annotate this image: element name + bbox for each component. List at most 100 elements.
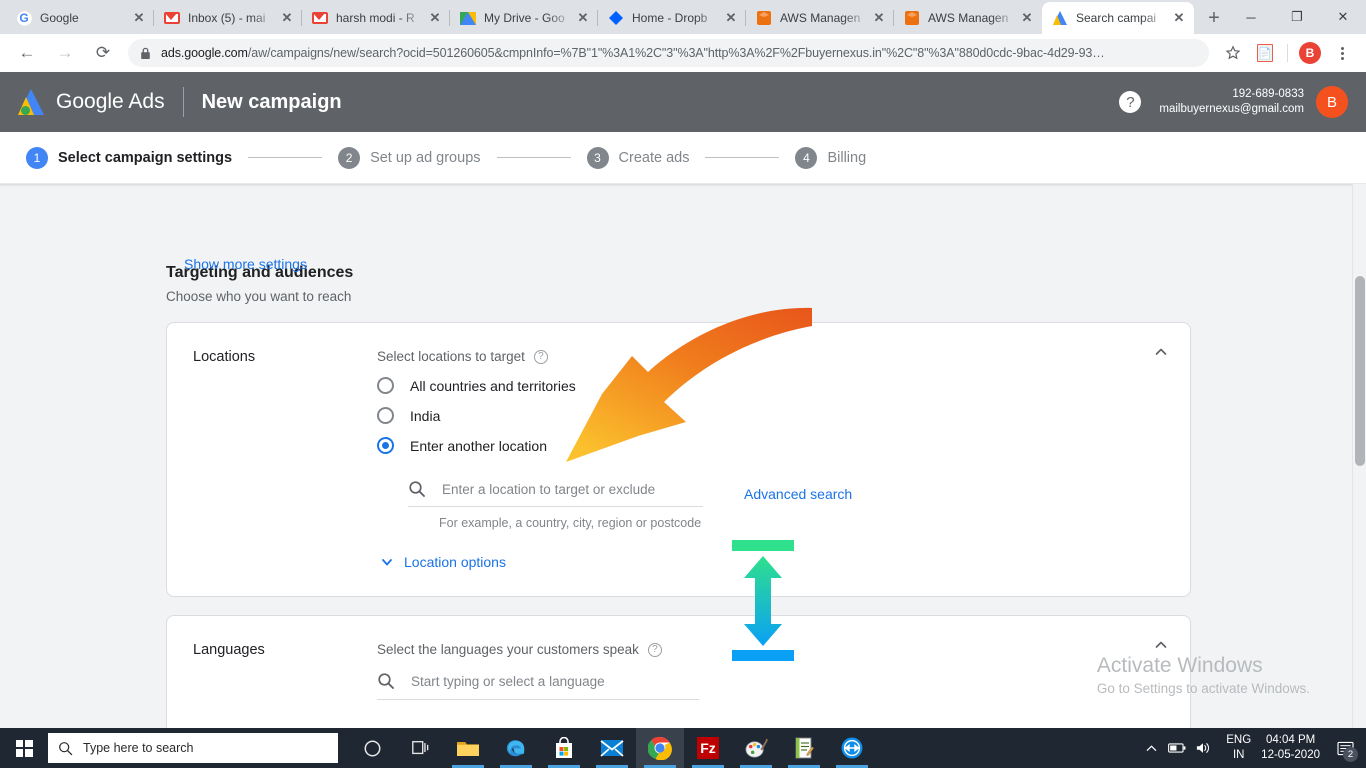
forward-button[interactable]: → bbox=[50, 38, 80, 68]
new-tab-button[interactable]: + bbox=[1200, 4, 1228, 32]
language-search-input[interactable]: Start typing or select a language bbox=[377, 672, 699, 700]
url-text: ads.google.com/aw/campaigns/new/search?o… bbox=[161, 46, 1105, 60]
close-icon[interactable]: ✕ bbox=[870, 9, 888, 27]
header-right: ? 192-689-0833 mailbuyernexus@gmail.com … bbox=[1119, 86, 1348, 118]
locations-card: Locations Select locations to target ? A… bbox=[166, 322, 1191, 597]
help-circle-icon[interactable]: ? bbox=[647, 642, 662, 657]
languages-card: Languages Select the languages your cust… bbox=[166, 615, 1191, 728]
vertical-scrollbar[interactable] bbox=[1352, 184, 1366, 728]
microsoft-store-icon[interactable] bbox=[540, 728, 588, 768]
filezilla-icon[interactable]: Fz bbox=[684, 728, 732, 768]
cortana-icon[interactable] bbox=[348, 728, 396, 768]
scroll-shadow bbox=[0, 184, 1366, 187]
show-hidden-icons-chevron-icon[interactable] bbox=[1138, 728, 1164, 768]
url-path: /aw/campaigns/new/search?ocid=501260605&… bbox=[247, 46, 1105, 60]
radio-enter-another-location[interactable]: Enter another location bbox=[377, 437, 1130, 454]
help-icon[interactable]: ? bbox=[1119, 91, 1142, 113]
advanced-search-link[interactable]: Advanced search bbox=[744, 486, 852, 502]
radio-all-countries[interactable]: All countries and territories bbox=[377, 377, 1130, 394]
close-icon[interactable]: ✕ bbox=[278, 9, 296, 27]
scrollbar-thumb[interactable] bbox=[1355, 276, 1365, 466]
radio-label: All countries and territories bbox=[410, 377, 576, 394]
location-search-input[interactable]: Enter a location to target or exclude bbox=[408, 480, 703, 507]
browser-tab-google[interactable]: Google ✕ bbox=[6, 2, 154, 34]
clock[interactable]: 04:04 PM 12-05-2020 bbox=[1261, 733, 1320, 763]
location-options-label: Location options bbox=[404, 554, 506, 570]
volume-icon[interactable] bbox=[1190, 728, 1216, 768]
radio-india[interactable]: India bbox=[377, 407, 1130, 424]
browser-tab-my-drive[interactable]: My Drive - Goo ✕ bbox=[450, 2, 598, 34]
google-ads-favicon bbox=[1052, 10, 1068, 26]
locations-field-label: Select locations to target bbox=[377, 349, 525, 364]
file-explorer-icon[interactable] bbox=[444, 728, 492, 768]
minimize-button[interactable]: ─ bbox=[1228, 1, 1274, 33]
browser-tab-search-campaign[interactable]: Search campai ✕ bbox=[1042, 2, 1194, 34]
reload-button[interactable]: ⟳ bbox=[88, 38, 118, 68]
step-number: 1 bbox=[26, 146, 48, 169]
profile-avatar[interactable]: B bbox=[1296, 39, 1324, 67]
teamviewer-icon[interactable] bbox=[828, 728, 876, 768]
location-search-row: Enter a location to target or exclude Ad… bbox=[377, 480, 1130, 507]
close-icon[interactable]: ✕ bbox=[130, 9, 148, 27]
locations-collapse-button[interactable] bbox=[1148, 339, 1174, 365]
close-icon[interactable]: ✕ bbox=[722, 9, 740, 27]
google-chrome-icon[interactable] bbox=[636, 728, 684, 768]
adobe-pdf-extension-icon[interactable]: 📄 bbox=[1251, 39, 1279, 67]
language-indicator[interactable]: ENG IN bbox=[1226, 733, 1251, 763]
tab-title: Google bbox=[40, 11, 79, 25]
task-view-icon[interactable] bbox=[396, 728, 444, 768]
browser-tab-dropbox[interactable]: Home - Dropb ✕ bbox=[598, 2, 746, 34]
chrome-menu-icon[interactable] bbox=[1328, 39, 1356, 67]
tab-title: My Drive - Goo bbox=[484, 11, 565, 25]
tab-title: Search campai bbox=[1076, 11, 1157, 25]
radio-button[interactable] bbox=[377, 407, 394, 424]
languages-card-body: Select the languages your customers spea… bbox=[377, 642, 1190, 728]
notepad-icon[interactable] bbox=[780, 728, 828, 768]
action-center-button[interactable]: 2 bbox=[1330, 728, 1360, 768]
back-button[interactable]: ← bbox=[12, 38, 42, 68]
bookmark-star-icon[interactable] bbox=[1219, 39, 1247, 67]
step-select-campaign-settings[interactable]: 1 Select campaign settings bbox=[26, 146, 232, 169]
maximize-button[interactable]: ❐ bbox=[1274, 1, 1320, 33]
close-icon[interactable]: ✕ bbox=[574, 9, 592, 27]
taskbar-search-placeholder: Type here to search bbox=[83, 741, 194, 755]
radio-button[interactable] bbox=[377, 377, 394, 394]
brand-name: Google Ads bbox=[56, 90, 165, 113]
gmail-favicon bbox=[312, 10, 328, 26]
show-more-settings-link[interactable]: Show more settings bbox=[184, 256, 307, 272]
browser-tab-aws-2[interactable]: AWS Managen ✕ bbox=[894, 2, 1042, 34]
radio-button[interactable] bbox=[377, 437, 394, 454]
settings-scroll-area[interactable]: Show more settings Targeting and audienc… bbox=[0, 184, 1366, 728]
languages-collapse-button[interactable] bbox=[1148, 632, 1174, 658]
close-icon[interactable]: ✕ bbox=[426, 9, 444, 27]
close-window-button[interactable]: ✕ bbox=[1320, 1, 1366, 33]
location-options-toggle[interactable]: Location options bbox=[380, 554, 1130, 570]
taskbar-search-input[interactable]: Type here to search bbox=[48, 733, 338, 763]
notification-count-badge: 2 bbox=[1343, 747, 1358, 762]
mail-icon[interactable] bbox=[588, 728, 636, 768]
clock-time: 04:04 PM bbox=[1265, 734, 1316, 746]
google-favicon bbox=[16, 10, 32, 26]
step-connector bbox=[248, 157, 323, 158]
browser-tab-aws-1[interactable]: AWS Managen ✕ bbox=[746, 2, 894, 34]
locations-card-label: Locations bbox=[193, 349, 256, 365]
account-avatar[interactable]: B bbox=[1316, 86, 1348, 118]
step-billing[interactable]: 4 Billing bbox=[795, 146, 866, 169]
close-icon[interactable]: ✕ bbox=[1018, 9, 1036, 27]
address-bar[interactable]: ads.google.com/aw/campaigns/new/search?o… bbox=[128, 39, 1209, 67]
help-circle-icon[interactable]: ? bbox=[533, 349, 548, 364]
battery-icon[interactable] bbox=[1164, 728, 1190, 768]
header-divider bbox=[182, 87, 184, 117]
browser-tab-harsh-modi[interactable]: harsh modi - R ✕ bbox=[302, 2, 450, 34]
search-icon bbox=[377, 672, 395, 690]
dropbox-favicon bbox=[608, 10, 624, 26]
step-create-ads[interactable]: 3 Create ads bbox=[586, 146, 689, 169]
browser-tab-inbox[interactable]: Inbox (5) - mai ✕ bbox=[154, 2, 302, 34]
browser-tab-strip: Google ✕ Inbox (5) - mai ✕ harsh modi - … bbox=[0, 0, 1366, 34]
step-connector bbox=[496, 157, 571, 158]
microsoft-edge-icon[interactable] bbox=[492, 728, 540, 768]
close-icon[interactable]: ✕ bbox=[1170, 9, 1188, 27]
step-set-up-ad-groups[interactable]: 2 Set up ad groups bbox=[338, 146, 481, 169]
paint-icon[interactable] bbox=[732, 728, 780, 768]
start-button[interactable] bbox=[0, 728, 48, 768]
